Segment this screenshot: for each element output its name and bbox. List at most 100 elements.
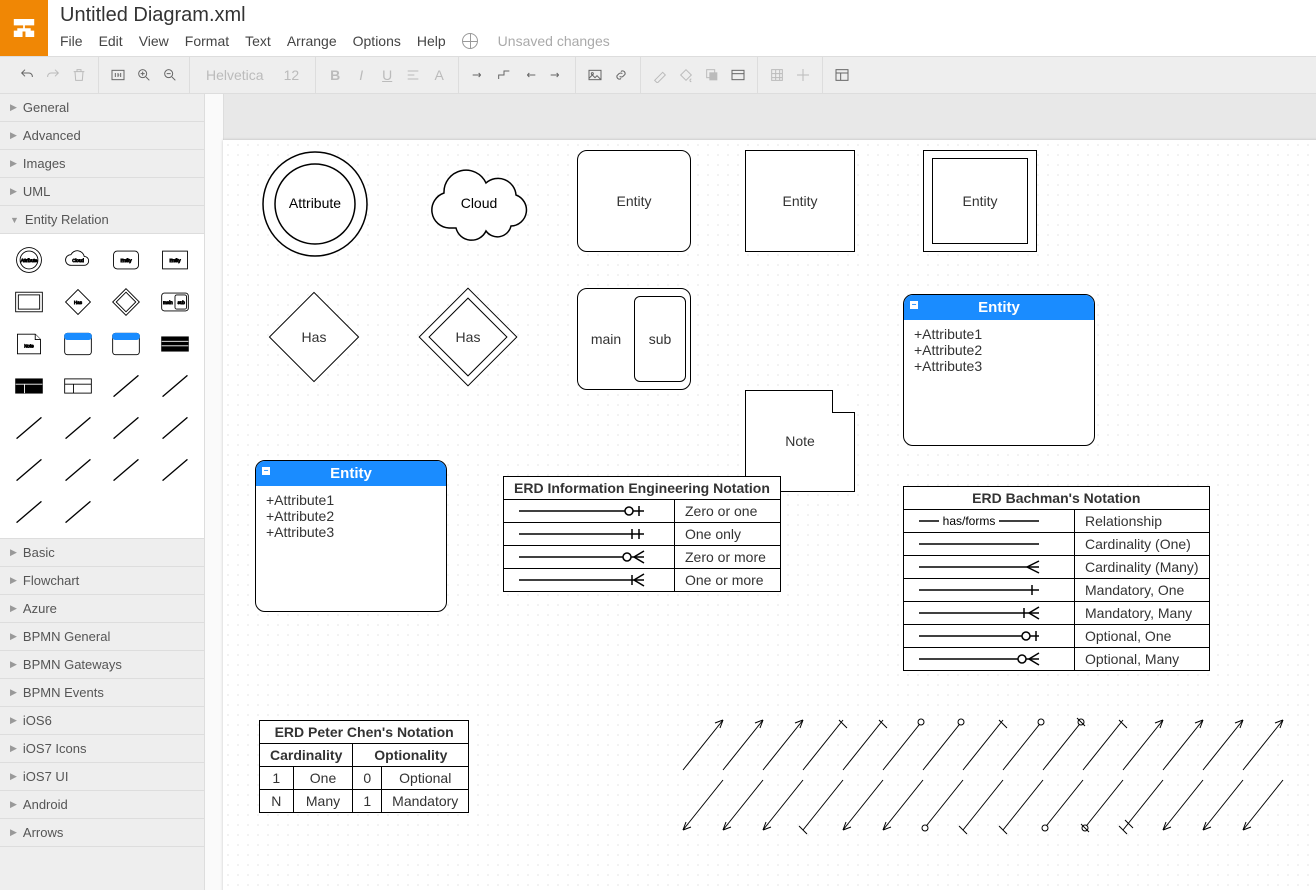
sidebar-label: iOS7 Icons <box>23 741 87 756</box>
palette-table-small[interactable] <box>8 368 51 404</box>
font-color-button[interactable]: A <box>430 67 448 83</box>
palette-line-7[interactable] <box>8 452 51 488</box>
document-title[interactable]: Untitled Diagram.xml <box>60 4 610 27</box>
sidebar-section-ios7-ui[interactable]: ▶iOS7 UI <box>0 763 204 791</box>
font-family-select[interactable]: Helvetica <box>200 67 270 83</box>
undo-button[interactable] <box>18 67 36 83</box>
redo-button[interactable] <box>44 67 62 83</box>
waypoint-button[interactable] <box>495 67 513 83</box>
sidebar-section-arrows[interactable]: ▶Arrows <box>0 819 204 847</box>
palette-line-3[interactable] <box>8 410 51 446</box>
sidebar-section-general[interactable]: ▶General <box>0 94 204 122</box>
delete-button[interactable] <box>70 67 88 83</box>
shape-attribute[interactable]: Attribute <box>259 148 371 263</box>
font-size-select[interactable]: 12 <box>278 67 306 83</box>
svg-text:Attribute: Attribute <box>21 258 38 263</box>
palette-entity-table-blue2[interactable] <box>105 326 148 362</box>
menu-arrange[interactable]: Arrange <box>287 33 337 49</box>
palette-line-8[interactable] <box>57 452 100 488</box>
palette-has-double[interactable] <box>105 284 148 320</box>
sidebar-section-android[interactable]: ▶Android <box>0 791 204 819</box>
arrow-end-button[interactable] <box>547 67 565 83</box>
panel-button[interactable] <box>729 67 747 83</box>
palette-mainsub[interactable]: mainsub <box>154 284 197 320</box>
shape-label: Has <box>269 292 359 382</box>
shape-has[interactable]: Has <box>269 292 359 382</box>
language-icon[interactable] <box>462 33 478 49</box>
palette-table-split[interactable] <box>57 368 100 404</box>
sidebar-section-advanced[interactable]: ▶Advanced <box>0 122 204 150</box>
canvas-area[interactable]: Attribute Cloud Entity Entity Entity Has… <box>205 94 1316 890</box>
palette-note[interactable]: Note <box>8 326 51 362</box>
shape-entity-square[interactable]: Entity <box>745 150 855 252</box>
palette-attribute[interactable]: Attribute <box>8 242 51 278</box>
menu-edit[interactable]: Edit <box>99 33 123 49</box>
palette-entity-table-blue[interactable] <box>57 326 100 362</box>
underline-button[interactable]: U <box>378 67 396 83</box>
menu-text[interactable]: Text <box>245 33 271 49</box>
sidebar-section-ios6[interactable]: ▶iOS6 <box>0 707 204 735</box>
shape-mainsub[interactable]: main sub <box>577 288 691 390</box>
erd-ie-table[interactable]: ERD Information Engineering Notation Zer… <box>503 476 781 592</box>
zoom-in-button[interactable] <box>135 67 153 83</box>
palette-line-1[interactable] <box>105 368 148 404</box>
shape-has-double[interactable]: Has <box>423 292 513 382</box>
menu-help[interactable]: Help <box>417 33 446 49</box>
palette-line-6[interactable] <box>154 410 197 446</box>
sidebar-section-uml[interactable]: ▶UML <box>0 178 204 206</box>
palette-line-10[interactable] <box>154 452 197 488</box>
connection-button[interactable] <box>469 67 487 83</box>
sidebar-section-bpmn-general[interactable]: ▶BPMN General <box>0 623 204 651</box>
align-button[interactable] <box>404 67 422 83</box>
erd-chen-table[interactable]: ERD Peter Chen's Notation CardinalityOpt… <box>259 720 469 813</box>
palette-line-4[interactable] <box>57 410 100 446</box>
palette-entity-square[interactable]: Entity <box>154 242 197 278</box>
palette-cloud[interactable]: Cloud <box>57 242 100 278</box>
menu-format[interactable]: Format <box>185 33 229 49</box>
table-cell: One <box>293 767 353 790</box>
svg-text:Note: Note <box>25 344 35 349</box>
palette-line-12[interactable] <box>57 494 100 530</box>
connector-samples[interactable] <box>653 720 1293 843</box>
sidebar-section-bpmn-events[interactable]: ▶BPMN Events <box>0 679 204 707</box>
image-button[interactable] <box>586 67 604 83</box>
bold-button[interactable]: B <box>326 67 344 83</box>
menu-view[interactable]: View <box>139 33 169 49</box>
shape-cloud[interactable]: Cloud <box>419 158 539 251</box>
sidebar-section-entity-relation[interactable]: ▼Entity Relation <box>0 206 204 234</box>
zoom-out-button[interactable] <box>161 67 179 83</box>
palette-line-2[interactable] <box>154 368 197 404</box>
palette-entity-rounded[interactable]: Entity <box>105 242 148 278</box>
fill-color-button[interactable] <box>677 67 695 83</box>
grid-button[interactable] <box>768 67 786 83</box>
palette-has[interactable]: Has <box>57 284 100 320</box>
layout-button[interactable] <box>833 67 851 83</box>
shape-entity-table-1[interactable]: −Entity +Attribute1 +Attribute2 +Attribu… <box>903 294 1095 446</box>
sidebar-section-ios7-icons[interactable]: ▶iOS7 Icons <box>0 735 204 763</box>
sidebar-section-bpmn-gateways[interactable]: ▶BPMN Gateways <box>0 651 204 679</box>
guides-button[interactable] <box>794 67 812 83</box>
menu-options[interactable]: Options <box>353 33 401 49</box>
app-logo[interactable] <box>0 0 48 56</box>
arrow-start-button[interactable] <box>521 67 539 83</box>
sidebar-section-flowchart[interactable]: ▶Flowchart <box>0 567 204 595</box>
menu-file[interactable]: File <box>60 33 83 49</box>
italic-button[interactable]: I <box>352 67 370 83</box>
palette-line-9[interactable] <box>105 452 148 488</box>
sidebar-section-azure[interactable]: ▶Azure <box>0 595 204 623</box>
shape-entity-table-2[interactable]: −Entity +Attribute1 +Attribute2 +Attribu… <box>255 460 447 612</box>
palette-line-11[interactable] <box>8 494 51 530</box>
shadow-button[interactable] <box>703 67 721 83</box>
palette-entity-double[interactable] <box>8 284 51 320</box>
palette-line-5[interactable] <box>105 410 148 446</box>
actual-size-button[interactable] <box>109 67 127 83</box>
erd-bachman-table[interactable]: ERD Bachman's Notation has/formsRelation… <box>903 486 1210 671</box>
sidebar-section-basic[interactable]: ▶Basic <box>0 539 204 567</box>
sidebar-section-images[interactable]: ▶Images <box>0 150 204 178</box>
palette-table-dark[interactable] <box>154 326 197 362</box>
link-button[interactable] <box>612 67 630 83</box>
shape-entity-double[interactable]: Entity <box>923 150 1037 252</box>
canvas[interactable]: Attribute Cloud Entity Entity Entity Has… <box>223 140 1316 890</box>
stroke-color-button[interactable] <box>651 67 669 83</box>
shape-entity-rounded[interactable]: Entity <box>577 150 691 252</box>
